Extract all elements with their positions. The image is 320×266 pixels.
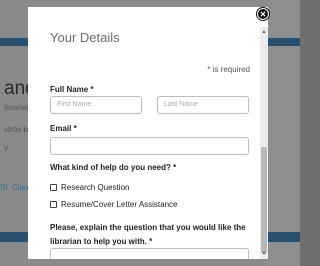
required-note: * is required: [207, 65, 250, 74]
background-text-line: y: [4, 143, 8, 152]
resume-assistance-label: Resume/Cover Letter Assistance: [61, 200, 178, 209]
modal-scrollbar[interactable]: ▲ ▼: [260, 27, 268, 259]
modal-title: Your Details: [50, 30, 120, 45]
background-text-line: stros b: [4, 125, 29, 134]
close-icon: [260, 11, 266, 17]
first-name-input[interactable]: First Name: [50, 96, 142, 114]
details-modal: Your Details * is required Full Name * F…: [28, 7, 268, 259]
scrollbar-thumb[interactable]: [261, 147, 267, 253]
explain-question-textarea[interactable]: [50, 248, 249, 259]
research-question-option[interactable]: Research Question: [50, 183, 129, 192]
email-label: Email *: [50, 124, 77, 133]
background-right-band: [264, 38, 300, 46]
scroll-down-arrow-icon[interactable]: ▼: [260, 251, 268, 257]
explain-question-label: Please, explain the question that you wo…: [50, 223, 246, 246]
research-question-checkbox[interactable]: [50, 184, 57, 191]
help-type-label: What kind of help do you need? *: [50, 163, 177, 172]
scroll-up-arrow-icon[interactable]: ▲: [260, 29, 268, 35]
email-input[interactable]: [50, 137, 249, 155]
full-name-label: Full Name *: [50, 85, 94, 94]
resume-assistance-checkbox[interactable]: [50, 201, 57, 208]
last-name-input[interactable]: Last Name: [157, 96, 249, 114]
close-modal-button[interactable]: [257, 8, 269, 20]
research-question-label: Research Question: [61, 183, 130, 192]
resume-assistance-option[interactable]: Resume/Cover Letter Assistance: [50, 200, 178, 209]
background-right-band-bottom: [264, 232, 300, 242]
